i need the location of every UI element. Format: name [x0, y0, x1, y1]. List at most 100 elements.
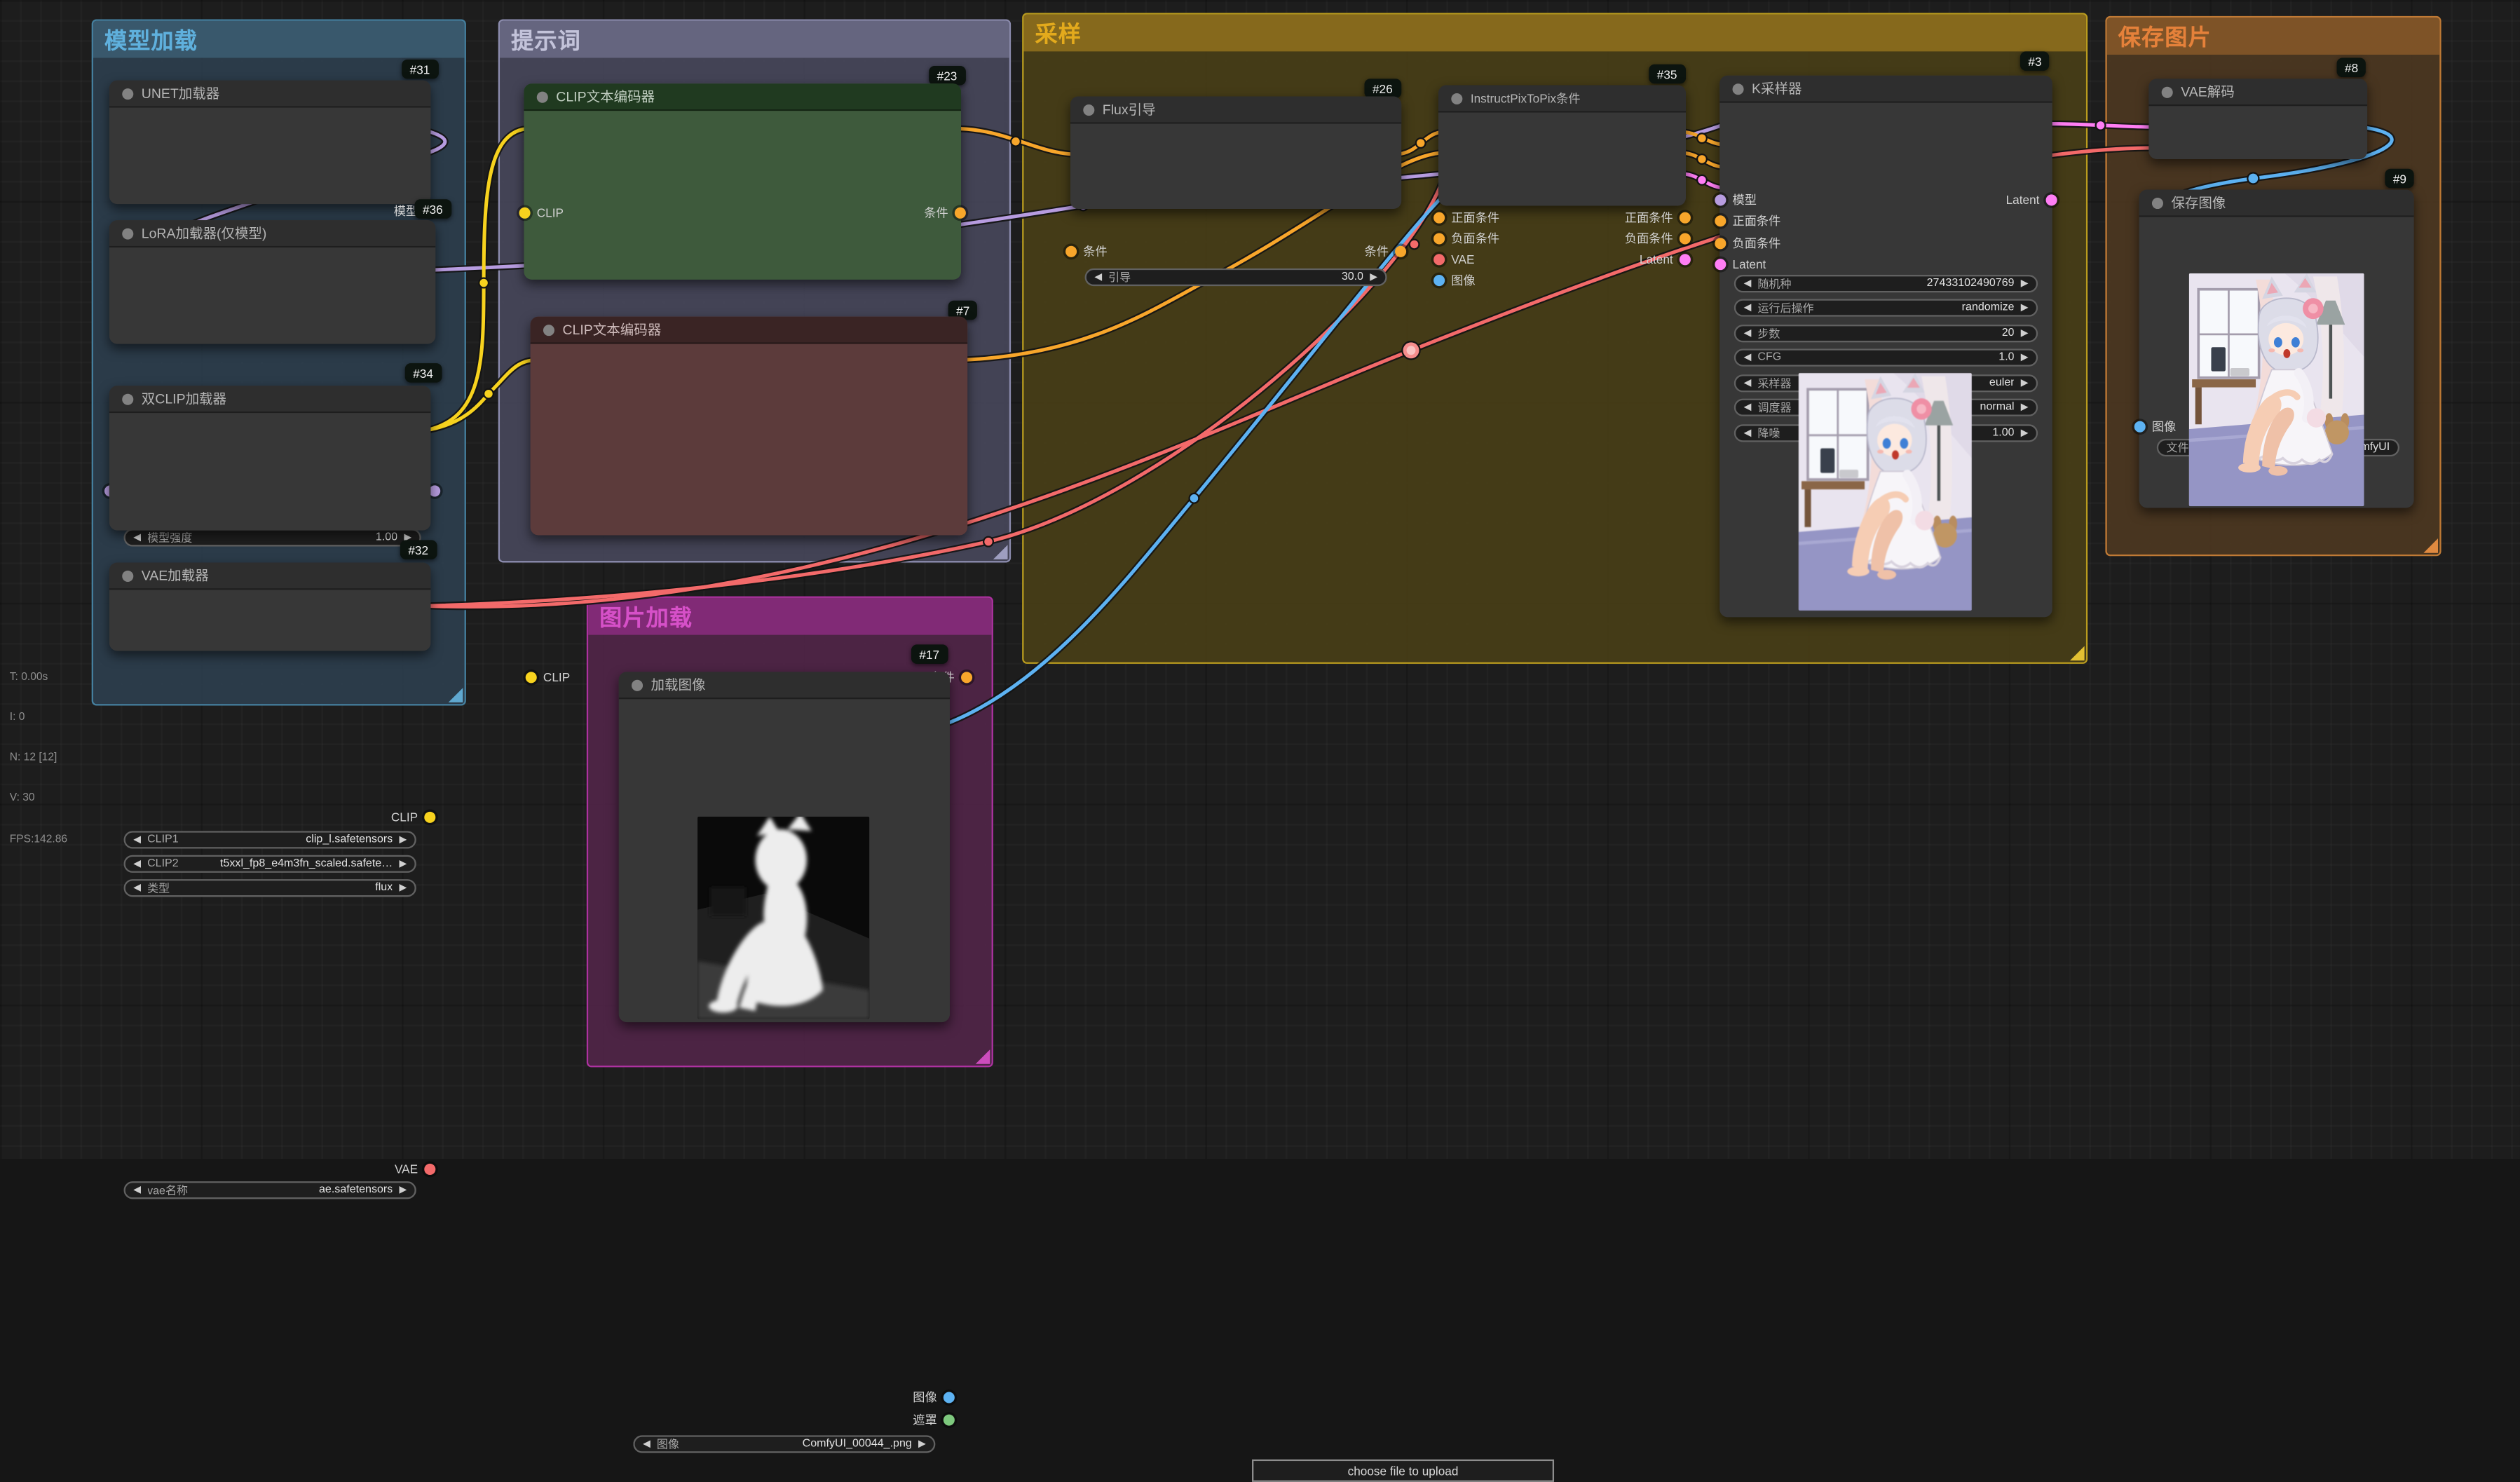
output-port-clip[interactable]: CLIP [391, 808, 435, 824]
collapse-dot-icon[interactable] [122, 227, 133, 238]
node-title-bar[interactable]: InstructPixToPix条件 [1438, 86, 1686, 113]
input-port-latent[interactable]: Latent [1715, 256, 1766, 272]
collapse-dot-icon[interactable] [2152, 197, 2163, 208]
collapse-dot-icon[interactable] [537, 91, 548, 102]
conditioning-port-icon [1680, 211, 1691, 222]
node-clip-text-encode-positive[interactable]: CLIP文本编码器 CLIP 条件 [524, 83, 961, 280]
input-port-image[interactable]: 图像 [1433, 271, 1476, 287]
increment-icon[interactable]: ▶ [2021, 428, 2029, 438]
decrement-icon[interactable]: ◀ [1744, 279, 1752, 289]
widget-clip2[interactable]: ◀CLIP2t5xxl_fp8_e4m3fn_scaled.safete…▶ [124, 855, 416, 873]
output-port-negative[interactable]: 负面条件 [1625, 230, 1691, 246]
increment-icon[interactable]: ▶ [399, 883, 407, 893]
output-port-latent[interactable]: Latent [2006, 191, 2057, 208]
widget-guidance[interactable]: ◀引导30.0▶ [1085, 268, 1387, 286]
decrement-icon[interactable]: ◀ [1744, 428, 1752, 438]
collapse-dot-icon[interactable] [632, 679, 643, 691]
increment-icon[interactable]: ▶ [399, 1185, 407, 1195]
decrement-icon[interactable]: ◀ [133, 859, 141, 869]
node-vae-decode[interactable]: VAE解码 Latent VAE 图像 [2148, 79, 2367, 159]
node-title: CLIP文本编码器 [562, 320, 661, 339]
input-port-model[interactable]: 模型 [1715, 191, 1757, 208]
decrement-icon[interactable]: ◀ [1744, 379, 1752, 388]
widget-clip1[interactable]: ◀CLIP1clip_l.safetensors▶ [124, 831, 416, 848]
widget-strength-model[interactable]: ◀模型强度1.00▶ [124, 529, 421, 546]
collapse-dot-icon[interactable] [122, 88, 133, 99]
node-title-bar[interactable]: CLIP文本编码器 [531, 317, 968, 344]
decrement-icon[interactable]: ◀ [133, 1185, 141, 1195]
widget-image-file[interactable]: ◀图像ComfyUI_00044_.png▶ [633, 1435, 935, 1453]
output-port-conditioning[interactable]: 条件 [1365, 243, 1407, 259]
widget-control-after-generate[interactable]: ◀运行后操作randomize▶ [1734, 299, 2038, 316]
node-graph-canvas[interactable]: 模型加载 提示词 采样 保存图片 图片加载 [0, 0, 2520, 1159]
decrement-icon[interactable]: ◀ [133, 533, 141, 543]
widget-vae-name[interactable]: ◀vae名称ae.safetensors▶ [124, 1181, 416, 1199]
input-port-negative[interactable]: 负面条件 [1715, 235, 1780, 251]
widget-type[interactable]: ◀类型flux▶ [124, 879, 416, 897]
widget-cfg[interactable]: ◀CFG1.0▶ [1734, 349, 2038, 367]
choose-file-button[interactable]: choose file to upload [1252, 1460, 1554, 1482]
increment-icon[interactable]: ▶ [2021, 379, 2029, 388]
input-port-vae[interactable]: VAE [1433, 251, 1474, 267]
collapse-dot-icon[interactable] [543, 324, 554, 335]
node-title: CLIP文本编码器 [556, 87, 655, 107]
increment-icon[interactable]: ▶ [399, 835, 407, 845]
output-port-vae[interactable]: VAE [395, 1160, 435, 1176]
input-port-clip[interactable]: CLIP [519, 204, 564, 220]
output-port-latent[interactable]: Latent [1640, 251, 1691, 267]
node-title: LoRA加载器(仅模型) [142, 224, 267, 243]
latent-port-icon [1680, 253, 1691, 264]
increment-icon[interactable]: ▶ [2021, 329, 2029, 339]
node-title-bar[interactable]: CLIP文本编码器 [524, 83, 961, 111]
node-instructpixtopix-conditioning[interactable]: InstructPixToPix条件 正面条件 负面条件 VAE 图像 正面条件… [1438, 86, 1686, 206]
collapse-dot-icon[interactable] [1083, 104, 1094, 115]
node-title-bar[interactable]: K采样器 [1719, 76, 2052, 103]
node-flux-guidance[interactable]: Flux引导 条件 条件 ◀引导30.0▶ [1070, 97, 1401, 209]
node-title-bar[interactable]: 加载图像 [619, 672, 950, 699]
increment-icon[interactable]: ▶ [2021, 303, 2029, 313]
node-clip-text-encode-negative[interactable]: CLIP文本编码器 CLIP 条件 [531, 317, 968, 536]
collapse-dot-icon[interactable] [1733, 83, 1744, 94]
node-unet-loader[interactable]: UNET加载器 模型 ◀UNET名称flux1-dev.safetensors▶… [109, 81, 431, 205]
decrement-icon[interactable]: ◀ [1744, 303, 1752, 313]
input-port-positive[interactable]: 正面条件 [1433, 209, 1499, 225]
decrement-icon[interactable]: ◀ [133, 835, 141, 845]
collapse-dot-icon[interactable] [122, 393, 133, 405]
node-title-bar[interactable]: VAE解码 [2148, 79, 2367, 106]
output-port-positive[interactable]: 正面条件 [1625, 209, 1691, 225]
decrement-icon[interactable]: ◀ [1094, 273, 1102, 283]
input-port-image[interactable]: 图像 [2134, 418, 2177, 434]
decrement-icon[interactable]: ◀ [643, 1439, 651, 1449]
node-lora-loader[interactable]: LoRA加载器(仅模型) 模型 模型 ◀LoRA名称flux1-depth-de… [109, 220, 435, 344]
increment-icon[interactable]: ▶ [1370, 273, 1377, 283]
decrement-icon[interactable]: ◀ [1744, 353, 1752, 362]
collapse-dot-icon[interactable] [122, 570, 133, 581]
increment-icon[interactable]: ▶ [2021, 402, 2029, 412]
increment-icon[interactable]: ▶ [399, 859, 407, 869]
node-title-bar[interactable]: 保存图像 [2139, 190, 2414, 217]
input-port-conditioning[interactable]: 条件 [1065, 243, 1108, 259]
output-port-conditioning[interactable]: 条件 [924, 204, 966, 220]
decrement-icon[interactable]: ◀ [133, 883, 141, 893]
increment-icon[interactable]: ▶ [2021, 353, 2029, 362]
widget-seed[interactable]: ◀随机种27433102490769▶ [1734, 275, 2038, 292]
input-port-clip[interactable]: CLIP [526, 669, 570, 685]
collapse-dot-icon[interactable] [1451, 93, 1462, 104]
output-port-mask[interactable]: 遮罩 [913, 1411, 955, 1427]
output-port-image[interactable]: 图像 [913, 1389, 955, 1405]
input-port-positive[interactable]: 正面条件 [1715, 212, 1780, 229]
node-title-bar[interactable]: Flux引导 [1070, 97, 1401, 124]
node-title-bar[interactable]: 双CLIP加载器 [109, 386, 431, 413]
decrement-icon[interactable]: ◀ [1744, 402, 1752, 412]
collapse-dot-icon[interactable] [2162, 86, 2173, 97]
widget-steps[interactable]: ◀步数20▶ [1734, 325, 2038, 342]
decrement-icon[interactable]: ◀ [1744, 329, 1752, 339]
input-port-negative[interactable]: 负面条件 [1433, 230, 1499, 246]
increment-icon[interactable]: ▶ [2021, 279, 2029, 289]
node-title-bar[interactable]: LoRA加载器(仅模型) [109, 220, 435, 247]
node-title-bar[interactable]: UNET加载器 [109, 81, 431, 108]
increment-icon[interactable]: ▶ [918, 1439, 926, 1449]
node-title-bar[interactable]: VAE加载器 [109, 562, 431, 590]
node-vae-loader[interactable]: VAE加载器 VAE ◀vae名称ae.safetensors▶ [109, 562, 431, 651]
node-dual-clip-loader[interactable]: 双CLIP加载器 CLIP ◀CLIP1clip_l.safetensors▶ … [109, 386, 431, 530]
